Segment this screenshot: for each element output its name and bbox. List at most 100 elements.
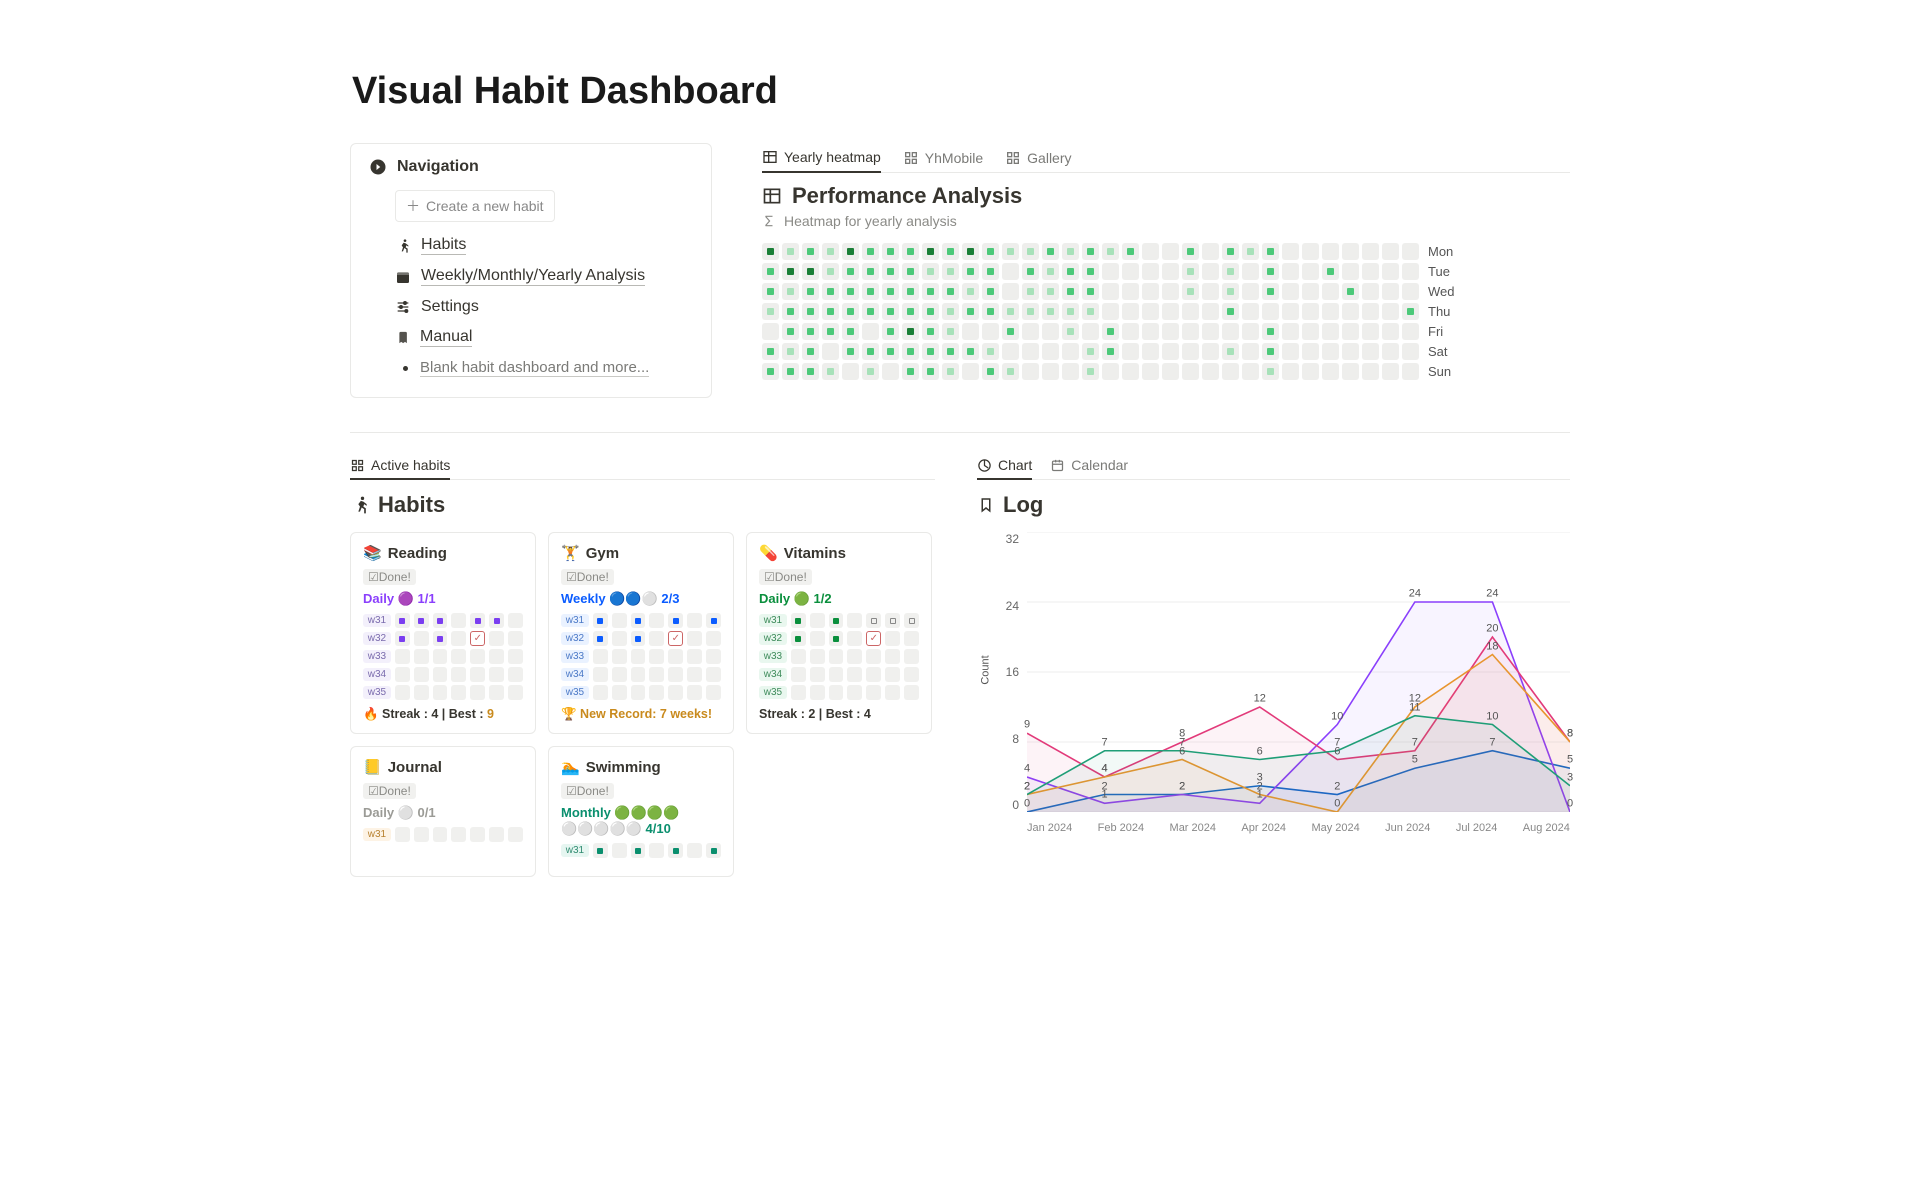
heatmap-cell[interactable] [1122,363,1139,380]
heatmap-cell[interactable] [1342,283,1359,300]
habit-day-cell[interactable] [508,613,523,628]
habit-day-cell[interactable] [706,667,721,682]
heatmap-cell[interactable] [1382,263,1399,280]
heatmap-cell[interactable] [1262,263,1279,280]
habit-day-cell[interactable] [470,667,485,682]
heatmap-cell[interactable] [842,283,859,300]
heatmap-cell[interactable] [782,343,799,360]
heatmap-cell[interactable] [1362,263,1379,280]
heatmap-cell[interactable] [1142,243,1159,260]
heatmap-cell[interactable] [1142,323,1159,340]
habit-day-cell[interactable] [489,613,504,628]
heatmap-cell[interactable] [1042,263,1059,280]
heatmap-cell[interactable] [922,243,939,260]
habit-day-cell[interactable] [791,649,806,664]
heatmap-cell[interactable] [962,243,979,260]
habit-day-cell[interactable] [414,631,429,646]
heatmap-cell[interactable] [822,303,839,320]
habit-day-cell[interactable] [433,667,448,682]
heatmap-cell[interactable] [882,243,899,260]
habit-day-cell[interactable] [593,613,608,628]
heatmap-cell[interactable] [1382,243,1399,260]
heatmap-cell[interactable] [1382,303,1399,320]
habit-day-cell[interactable] [508,827,523,842]
heatmap-cell[interactable] [1162,323,1179,340]
heatmap-cell[interactable] [842,263,859,280]
heatmap-cell[interactable] [1362,363,1379,380]
heatmap-cell[interactable] [1162,263,1179,280]
heatmap-cell[interactable] [1402,323,1419,340]
habit-day-cell[interactable] [885,685,900,700]
heatmap-cell[interactable] [882,363,899,380]
heatmap-cell[interactable] [1002,283,1019,300]
heatmap-cell[interactable] [1382,363,1399,380]
heatmap-cell[interactable] [962,323,979,340]
habit-day-cell[interactable] [631,843,646,858]
habit-day-cell[interactable] [414,827,429,842]
habit-day-cell[interactable] [847,649,862,664]
heatmap-cell[interactable] [1082,343,1099,360]
habit-day-cell[interactable] [866,649,881,664]
heatmap-cell[interactable] [1102,343,1119,360]
habit-day-cell[interactable] [687,613,702,628]
heatmap-cell[interactable] [1022,243,1039,260]
heatmap-cell[interactable] [1062,263,1079,280]
heatmap-cell[interactable] [862,243,879,260]
heatmap-cell[interactable] [942,303,959,320]
habit-day-cell[interactable]: ✓ [470,631,485,646]
heatmap-cell[interactable] [782,263,799,280]
heatmap-cell[interactable] [1262,323,1279,340]
heatmap-cell[interactable] [822,283,839,300]
habit-day-cell[interactable] [904,613,919,628]
habit-day-cell[interactable] [470,613,485,628]
heatmap-cell[interactable] [1062,343,1079,360]
habit-day-cell[interactable] [631,685,646,700]
habit-day-cell[interactable] [451,631,466,646]
heatmap-cell[interactable] [862,343,879,360]
heatmap-cell[interactable] [1182,303,1199,320]
heatmap-cell[interactable] [842,363,859,380]
heatmap-cell[interactable] [1262,343,1279,360]
heatmap-cell[interactable] [1342,243,1359,260]
heatmap-cell[interactable] [1322,363,1339,380]
heatmap-cell[interactable] [842,323,859,340]
heatmap-cell[interactable] [782,243,799,260]
heatmap-cell[interactable] [802,263,819,280]
create-new-habit-button[interactable]: ＋ Create a new habit [395,190,555,222]
heatmap-cell[interactable] [1342,303,1359,320]
heatmap-cell[interactable] [1002,303,1019,320]
habit-day-cell[interactable] [612,649,627,664]
heatmap-cell[interactable] [802,343,819,360]
habit-day-cell[interactable] [829,631,844,646]
habit-day-cell[interactable] [612,685,627,700]
habit-day-cell[interactable] [885,649,900,664]
done-button[interactable]: ☑Done! [759,569,812,585]
heatmap-cell[interactable] [1282,263,1299,280]
heatmap-cell[interactable] [1102,323,1119,340]
habit-day-cell[interactable] [810,667,825,682]
heatmap-cell[interactable] [1322,283,1339,300]
heatmap-cell[interactable] [802,363,819,380]
heatmap-cell[interactable] [1122,243,1139,260]
habit-day-cell[interactable] [414,685,429,700]
heatmap-cell[interactable] [822,243,839,260]
habit-day-cell[interactable] [791,631,806,646]
heatmap-cell[interactable] [1222,283,1239,300]
heatmap-cell[interactable] [1322,343,1339,360]
habit-day-cell[interactable]: ✓ [866,631,881,646]
heatmap-cell[interactable] [902,283,919,300]
heatmap-cell[interactable] [822,363,839,380]
heatmap-cell[interactable] [982,283,999,300]
heatmap-cell[interactable] [982,343,999,360]
heatmap-cell[interactable] [962,363,979,380]
habit-day-cell[interactable] [433,613,448,628]
heatmap-cell[interactable] [902,323,919,340]
heatmap-cell[interactable] [1102,243,1119,260]
heatmap-cell[interactable] [1282,363,1299,380]
habit-day-cell[interactable] [593,685,608,700]
heatmap-cell[interactable] [902,263,919,280]
heatmap-cell[interactable] [1202,363,1219,380]
habit-day-cell[interactable] [687,667,702,682]
habit-day-cell[interactable] [433,631,448,646]
habit-day-cell[interactable] [612,667,627,682]
